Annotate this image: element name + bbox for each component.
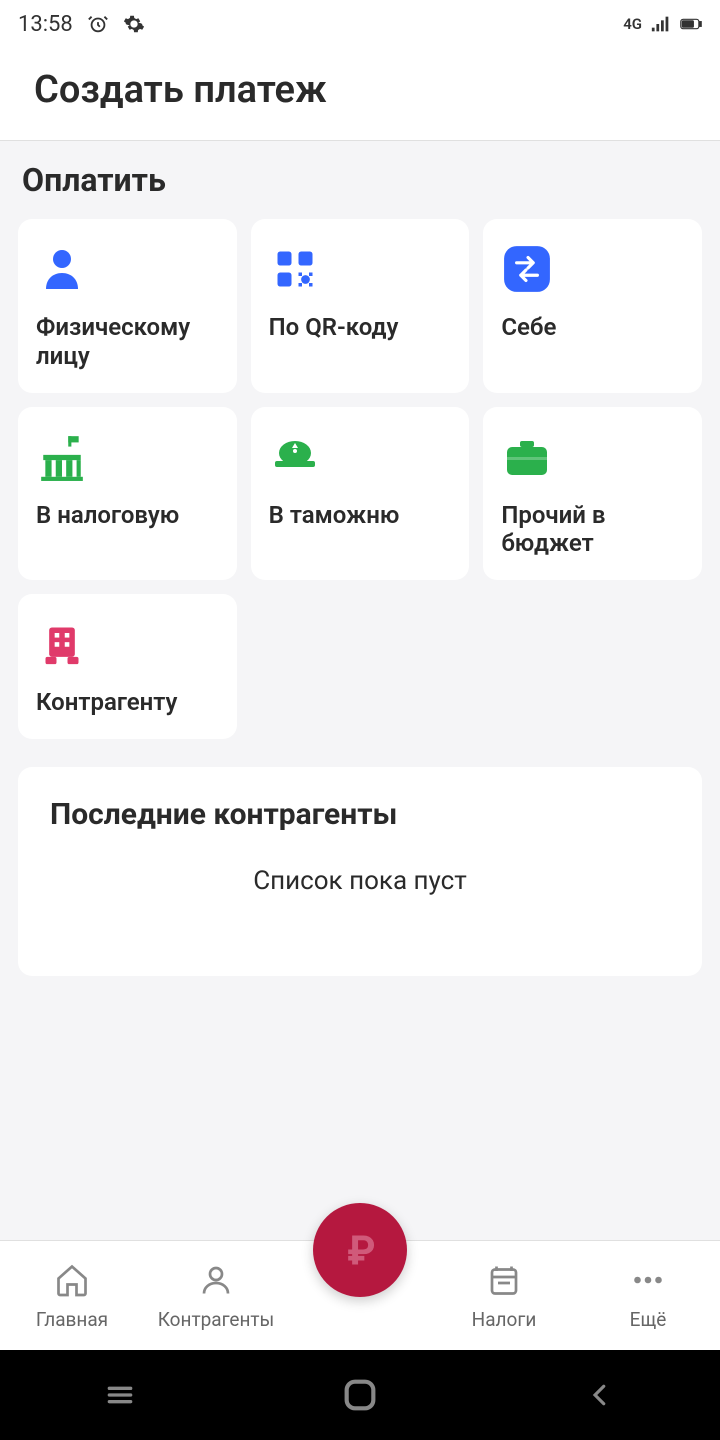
nav-label: Налоги: [472, 1308, 537, 1331]
card-label: Контрагенту: [36, 688, 219, 717]
card-customs[interactable]: В таможню: [251, 407, 470, 581]
nav-more[interactable]: Ещё: [576, 1260, 720, 1331]
customs-icon: [269, 431, 321, 483]
sys-menu-button[interactable]: [90, 1365, 150, 1425]
section-pay-title: Оплатить: [18, 161, 702, 199]
ruble-icon: ₽: [338, 1228, 382, 1272]
home-icon: [52, 1260, 92, 1300]
network-type: 4G: [623, 15, 642, 33]
card-contractor[interactable]: Контрагенту: [18, 594, 237, 739]
status-time: 13:58: [18, 12, 73, 37]
status-bar: 13:58 4G: [0, 0, 720, 48]
alarm-icon: [87, 13, 109, 35]
svg-text:₽: ₽: [347, 1228, 375, 1272]
contractors-nav-icon: [196, 1260, 236, 1300]
more-icon: [628, 1260, 668, 1300]
settings-gear-icon: [123, 13, 145, 35]
sys-back-button[interactable]: [570, 1365, 630, 1425]
card-label: Прочий в бюджет: [501, 501, 684, 559]
briefcase-icon: [501, 431, 553, 483]
qr-icon: [269, 243, 321, 295]
recent-title: Последние контрагенты: [50, 797, 670, 832]
card-label: Физическому лицу: [36, 313, 219, 371]
card-label: Себе: [501, 313, 684, 342]
card-self[interactable]: Себе: [483, 219, 702, 393]
card-label: В таможню: [269, 501, 452, 530]
nav-taxes[interactable]: Налоги: [432, 1260, 576, 1331]
recent-contractors-box: Последние контрагенты Список пока пуст: [18, 767, 702, 976]
page-title: Создать платеж: [34, 68, 686, 112]
bottom-nav: Главная Контрагенты ₽ Налоги Ещё: [0, 1240, 720, 1350]
building-icon: [36, 618, 88, 670]
nav-contractors[interactable]: Контрагенты: [144, 1260, 288, 1331]
content-area: Оплатить Физическому лицу По QR-коду Себ…: [0, 141, 720, 1240]
card-label: В налоговую: [36, 501, 219, 530]
person-icon: [36, 243, 88, 295]
taxes-nav-icon: [484, 1260, 524, 1300]
header: Создать платеж: [0, 48, 720, 141]
nav-label: Ещё: [630, 1308, 667, 1331]
transfer-icon: [501, 243, 553, 295]
nav-label: Контрагенты: [158, 1308, 275, 1331]
card-qr[interactable]: По QR-коду: [251, 219, 470, 393]
nav-home[interactable]: Главная: [0, 1260, 144, 1331]
nav-label: Главная: [36, 1308, 108, 1331]
payment-options-grid: Физическому лицу По QR-коду Себе В налог…: [18, 219, 702, 739]
card-individual[interactable]: Физическому лицу: [18, 219, 237, 393]
card-tax[interactable]: В налоговую: [18, 407, 237, 581]
battery-icon: [680, 13, 702, 35]
sys-home-button[interactable]: [330, 1365, 390, 1425]
card-budget[interactable]: Прочий в бюджет: [483, 407, 702, 581]
government-icon: [36, 431, 88, 483]
recent-empty-text: Список пока пуст: [50, 866, 670, 896]
system-nav: [0, 1350, 720, 1440]
fab-payment[interactable]: ₽: [313, 1203, 407, 1297]
signal-icon: [650, 13, 672, 35]
card-label: По QR-коду: [269, 313, 452, 342]
